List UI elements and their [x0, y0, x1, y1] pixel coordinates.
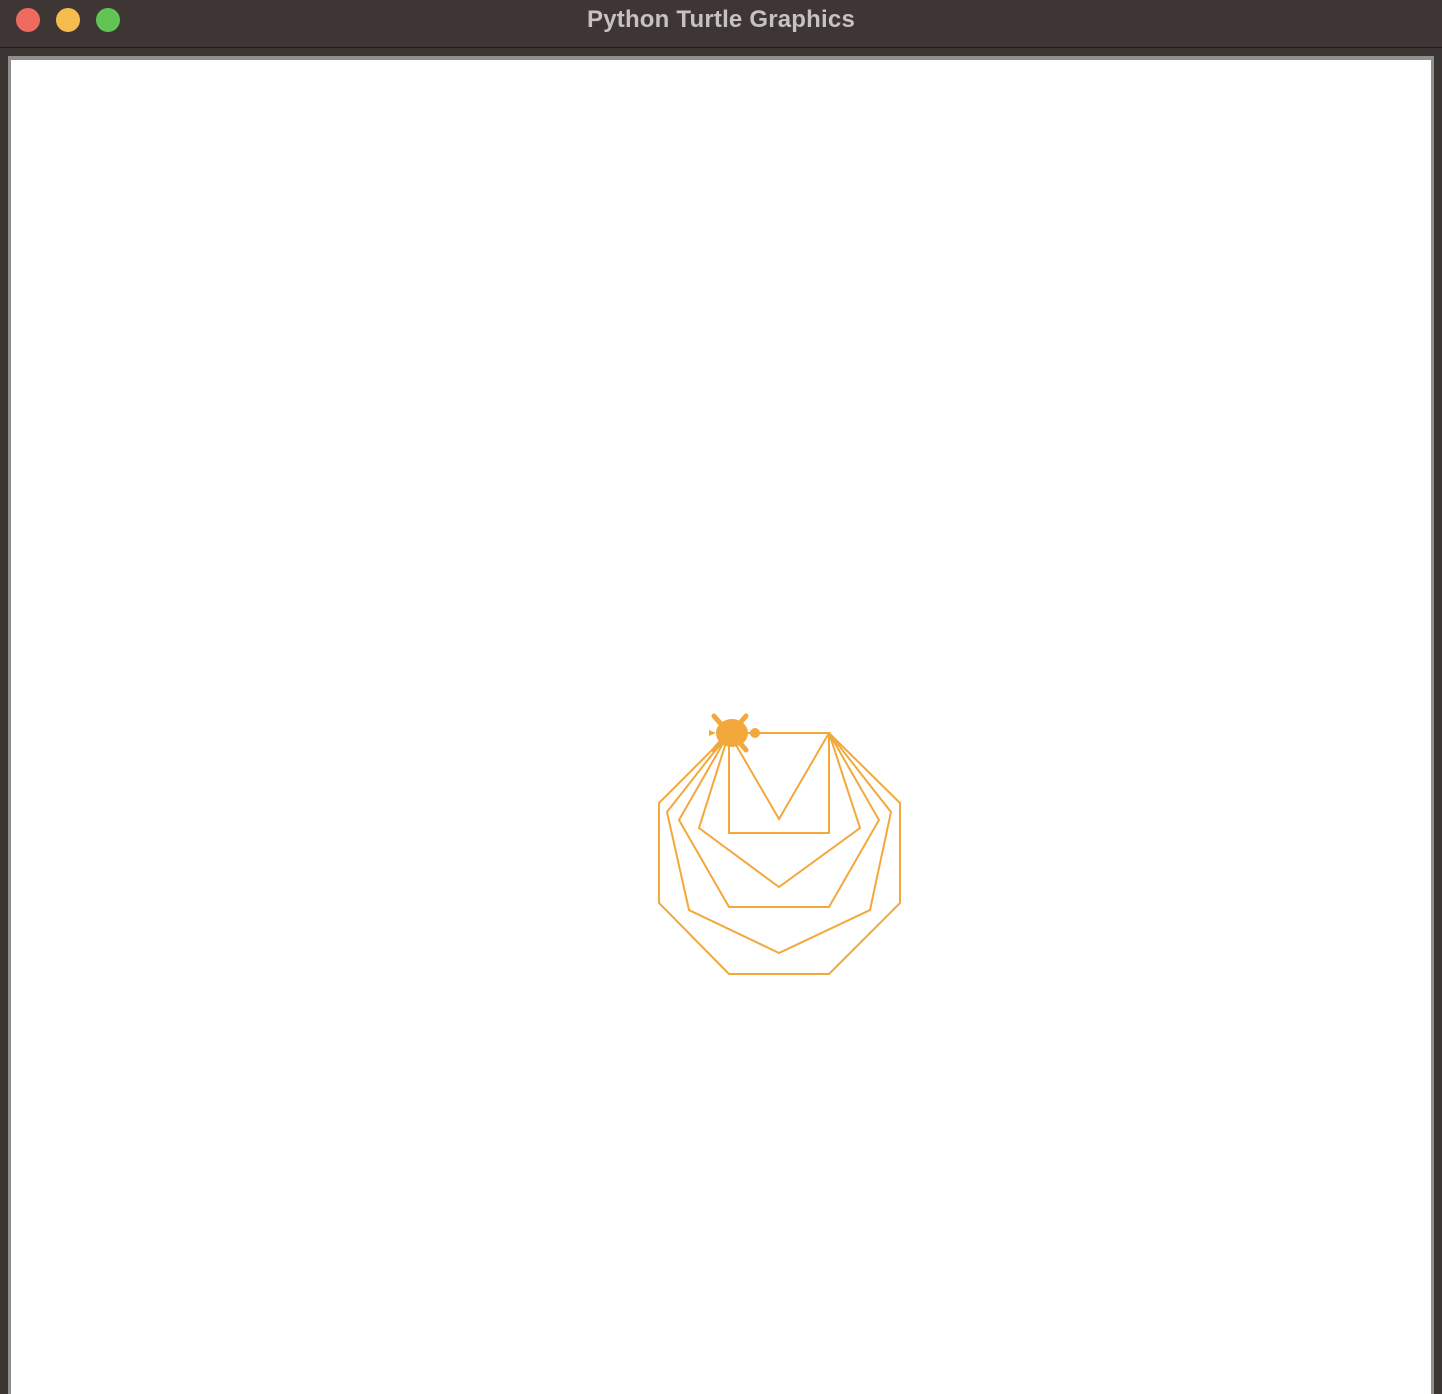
canvas-frame [8, 56, 1434, 1394]
window-title: Python Turtle Graphics [587, 6, 855, 33]
turtle-tail [709, 730, 716, 736]
turtle-canvas-area [11, 60, 1431, 1394]
turtle-leg-front-top [737, 713, 749, 726]
polygon-path-5 [665, 732, 893, 955]
turtle-canvas[interactable] [11, 60, 1431, 1394]
turtle-icon [709, 713, 760, 753]
turtle-head [750, 728, 760, 738]
turtle-leg-front-bottom [737, 740, 749, 753]
title-bar[interactable]: Python Turtle Graphics [0, 0, 1442, 48]
polygon-path-3 [697, 732, 862, 889]
turtle-leg-back-top [711, 713, 723, 726]
polygon-path-6 [658, 732, 901, 975]
turtle-window: Python Turtle Graphics [0, 0, 1442, 1394]
drawing-paths [658, 732, 901, 975]
turtle-shape [709, 713, 760, 753]
